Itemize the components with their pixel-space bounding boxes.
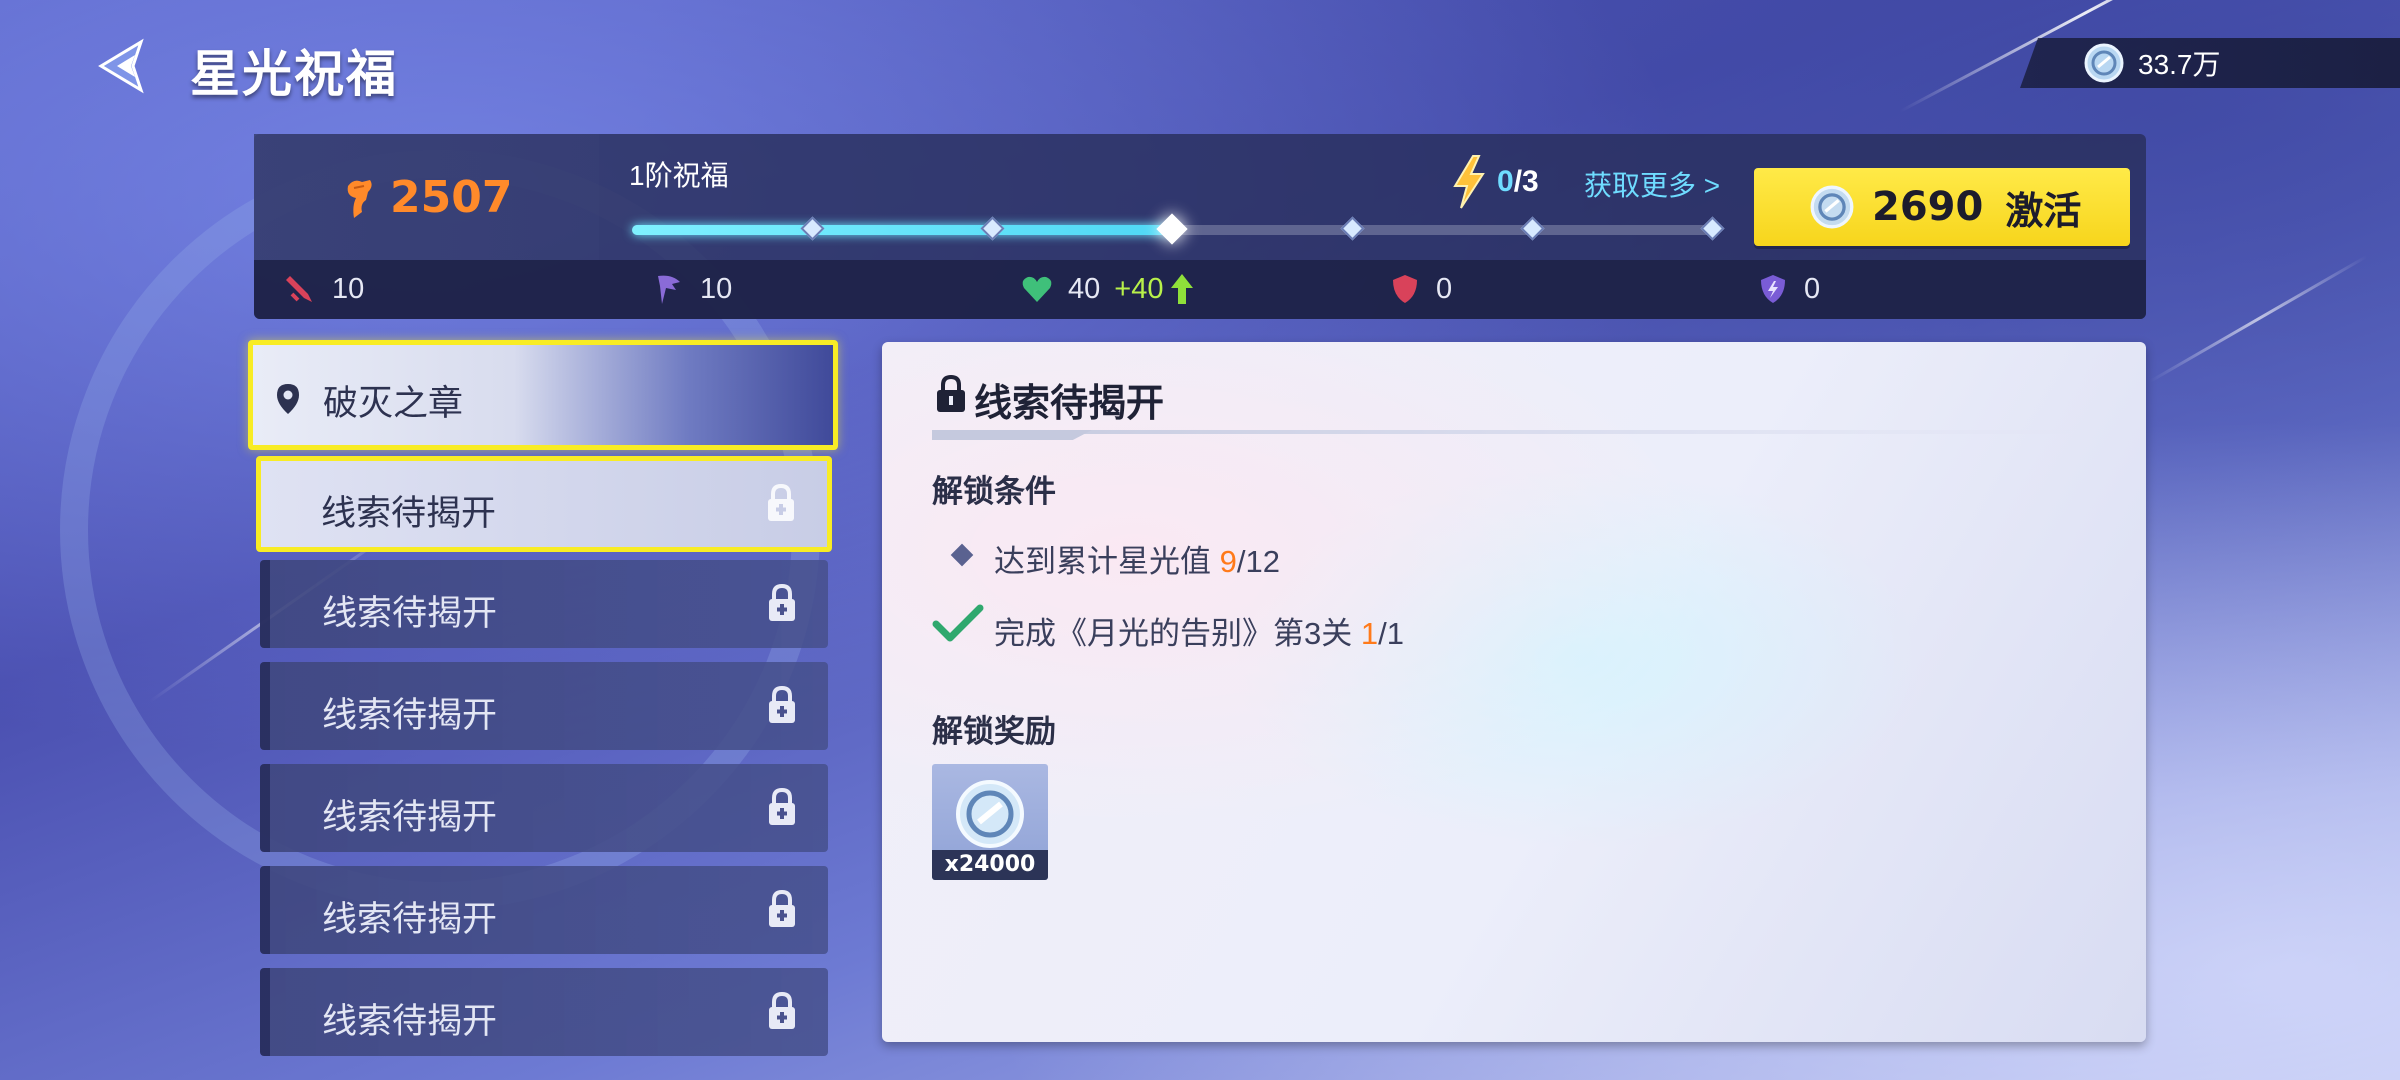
energy-total: /3 [1513,165,1539,198]
blessing-progress-fill [632,225,1172,235]
conditions-heading: 解锁条件 [932,474,1056,509]
stat-health: 40 +40 [1020,272,1195,306]
condition-stage: 完成《月光的告别》第3关 1/1 [994,608,1404,653]
lock-icon [769,991,795,1029]
progress-node [1340,216,1365,241]
tier-label: 1阶祝福 [629,160,729,191]
progress-node [1700,216,1725,241]
stat-attack: 10 [284,272,364,306]
chapter-tab-selected[interactable]: 破灭之章 [248,340,838,450]
background-light-streak [2149,255,2368,383]
lightning-icon [1453,155,1485,209]
stat-bonus: +40 [1114,272,1164,305]
clue-list-item[interactable]: 线索待揭开 [260,968,828,1056]
location-pin-icon [277,384,299,414]
condition-current: 1 [1360,616,1379,651]
blessing-progress-track [632,213,1725,245]
stat-resist: 0 [1756,272,1820,306]
clue-list-item[interactable]: 线索待揭开 [260,764,828,852]
heart-icon [1022,276,1052,302]
sword-icon [286,276,312,302]
currency-display: 33.7万 [2020,38,2400,88]
clue-label: 线索待揭开 [322,1002,498,1041]
starlight-coin-icon [2084,43,2124,83]
stat-value: 10 [332,272,365,305]
reward-quantity: x24000 [932,850,1048,880]
arrow-up-icon [1171,274,1194,304]
stat-claw: 10 [652,272,732,306]
condition-total: /12 [1236,544,1280,579]
condition-total: /1 [1378,616,1404,651]
clue-label: 线索待揭开 [321,494,497,533]
blessing-header-panel: 2507 1阶祝福 0/3 获取更多 > 2690 激活 10 10 40 +4… [254,134,2146,319]
condition-text: 完成《月光的告别》第3关 [994,616,1353,651]
clue-list-item[interactable]: 线索待揭开 [260,866,828,954]
rewards-heading: 解锁奖励 [932,714,1056,749]
lightning-shield-icon [1761,275,1785,303]
back-arrow-icon [98,38,144,94]
clue-list-item[interactable]: 线索待揭开 [256,456,832,552]
blessing-score: 2507 [390,172,513,223]
stats-row: 10 10 40 +40 0 0 [254,260,2146,319]
lock-icon [769,889,795,927]
currency-value: 33.7万 [2138,49,2221,80]
condition-current: 9 [1219,544,1237,579]
title-divider [932,430,2082,434]
stat-value: 10 [700,272,733,305]
stat-defense: 0 [1388,272,1452,306]
title-divider-accent [932,430,1092,440]
starlight-coin-icon [956,780,1024,848]
score-area: 2507 [254,134,599,260]
stat-value: 40 [1068,272,1101,305]
clue-list-item[interactable]: 线索待揭开 [260,662,828,750]
clue-detail-panel: 线索待揭开 解锁条件 达到累计星光值 9/12 完成《月光的告别》第3关 1/1… [882,342,2146,1042]
clue-label: 线索待揭开 [322,900,498,939]
condition-text: 达到累计星光值 [994,544,1211,579]
progress-node [1520,216,1545,241]
stat-value: 0 [1436,272,1453,305]
claw-icon [658,275,680,304]
stat-value: 0 [1804,272,1821,305]
lock-icon [769,787,795,825]
page-title: 星光祝福 [190,45,398,103]
reward-item[interactable]: x24000 [932,764,1048,880]
activate-cost: 2690 [1872,184,1984,230]
starlight-coin-icon [1810,185,1854,229]
bullet-diamond-icon [950,543,974,567]
lock-icon [768,483,794,521]
activate-label: 激活 [2005,190,2082,233]
activate-button[interactable]: 2690 激活 [1754,168,2130,246]
progress-node [800,216,825,241]
shield-icon [1393,275,1417,303]
lock-icon [937,374,965,412]
condition-starlight: 达到累计星光值 9/12 [994,536,1280,581]
detail-title: 线索待揭开 [974,383,1165,425]
clue-label: 线索待揭开 [322,798,498,837]
energy-count: 0/3 [1497,165,1539,199]
fist-icon [347,179,372,218]
energy-counter: 0/3 [1449,154,1539,210]
lock-icon [769,685,795,723]
clue-label: 线索待揭开 [322,594,498,633]
get-more-link[interactable]: 获取更多 > [1584,164,1720,204]
checkmark-icon [932,604,984,642]
score-display: 2507 [344,172,512,223]
progress-node [1156,213,1188,245]
chapter-title: 破灭之章 [323,384,464,423]
clue-list-item[interactable]: 线索待揭开 [260,560,828,648]
clue-label: 线索待揭开 [322,696,498,735]
back-button[interactable] [95,38,155,94]
lock-icon [769,583,795,621]
progress-node [980,216,1005,241]
energy-current: 0 [1497,165,1514,198]
